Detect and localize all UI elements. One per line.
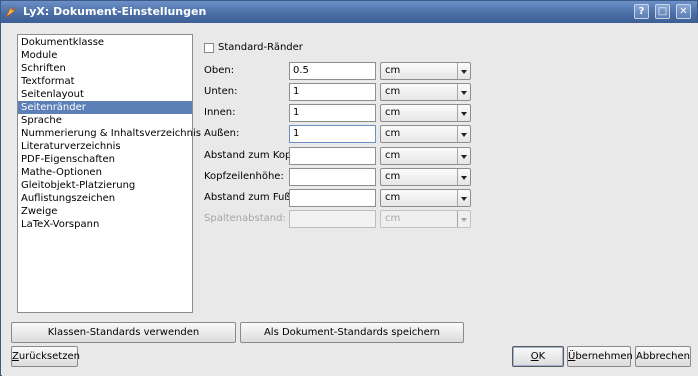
class-defaults-button[interactable]: Klassen-Standards verwenden [11,322,236,343]
window-title: LyX: Dokument-Einstellungen [23,5,207,18]
category-item[interactable]: Mathe-Optionen [18,166,192,179]
category-item[interactable]: Textformat [18,75,192,88]
top-input[interactable]: 0.5 [289,62,376,80]
column-sep-input[interactable] [289,210,376,228]
title-bar[interactable]: LyX: Dokument-Einstellungen ? □ ✕ [1,1,697,23]
chevron-down-icon[interactable] [457,105,470,121]
chevron-down-icon[interactable] [457,190,470,206]
header-height-input[interactable] [289,168,376,186]
column-sep-label: Spaltenabstand: [204,213,286,224]
head-sep-unit-select[interactable]: cm [380,147,471,165]
head-sep-input[interactable] [289,147,376,165]
apply-button[interactable]: Übernehmen [567,346,633,367]
save-defaults-button[interactable]: Als Dokument-Standards speichern [240,322,464,343]
apply-label-rest: bernehmen [575,351,633,362]
category-item[interactable]: Schriften [18,62,192,75]
category-item[interactable]: Auflistungszeichen [18,192,192,205]
reset-label-rest: urücksetzen [18,351,80,362]
inner-label: Innen: [204,107,236,118]
chevron-down-icon[interactable] [457,63,470,79]
inner-unit-select[interactable]: cm [380,104,471,122]
ok-button[interactable]: OK [512,346,564,367]
bottom-unit-select[interactable]: cm [380,83,471,101]
chevron-down-icon[interactable] [457,84,470,100]
column-sep-unit-select[interactable]: cm [380,210,471,228]
help-icon[interactable]: ? [634,4,649,19]
bottom-label: Unten: [204,86,238,97]
category-item[interactable]: Gleitobjekt-Platzierung [18,179,192,192]
chevron-down-icon[interactable] [457,169,470,185]
unit-value: cm [385,107,401,118]
category-item[interactable]: Nummerierung & Inhaltsverzeichnis [18,127,201,140]
chevron-down-icon[interactable] [457,211,470,227]
category-item[interactable]: Dokumentklasse [18,36,192,49]
category-item[interactable]: PDF-Eigenschaften [18,153,192,166]
standard-margins-label[interactable]: Standard-Ränder [218,42,303,53]
unit-value: cm [385,213,401,224]
outer-input[interactable]: 1 [289,125,376,143]
cancel-button[interactable]: Abbrechen [635,346,691,367]
unit-value: cm [385,192,401,203]
header-height-label: Kopfzeilenhöhe: [204,171,284,182]
foot-skip-unit-select[interactable]: cm [380,189,471,207]
category-item[interactable]: Seitenlayout [18,88,192,101]
maximize-icon[interactable]: □ [655,4,670,19]
unit-value: cm [385,171,401,182]
category-item[interactable]: Module [18,49,192,62]
category-item[interactable]: Literaturverzeichnis [18,140,192,153]
category-list[interactable]: Dokumentklasse Module Schriften Textformat S… [17,34,201,313]
chevron-down-icon[interactable] [457,148,470,164]
category-item[interactable]: LaTeX-Vorspann [18,218,192,231]
unit-value: cm [385,86,401,97]
inner-input[interactable]: 1 [289,104,376,122]
dialog-content: Dokumentklasse Module Schriften Textformat S… [2,23,698,376]
top-label: Oben: [204,65,235,76]
ok-label-rest: K [538,351,546,362]
reset-button[interactable]: Zurücksetzen [11,346,80,367]
top-unit-select[interactable]: cm [380,62,471,80]
unit-value: cm [385,65,401,76]
foot-skip-label: Abstand zum Fuß: [204,192,295,203]
close-icon[interactable]: ✕ [676,4,691,19]
chevron-down-icon[interactable] [457,126,470,142]
category-item[interactable]: Sprache [18,114,192,127]
head-sep-label: Abstand zum Kopf: [204,150,298,161]
lyx-app-icon [5,6,17,18]
ok-mnemonic: O [530,351,539,362]
foot-skip-input[interactable] [289,189,376,207]
bottom-input[interactable]: 1 [289,83,376,101]
outer-unit-select[interactable]: cm [380,125,471,143]
category-item[interactable]: Seitenränder [18,101,192,114]
unit-value: cm [385,128,401,139]
dialog-window: LyX: Dokument-Einstellungen ? □ ✕ Dokume… [0,0,698,376]
standard-margins-checkbox[interactable] [204,43,214,53]
unit-value: cm [385,150,401,161]
outer-label: Außen: [204,128,240,139]
category-item[interactable]: Zweige [18,205,192,218]
reset-mnemonic: Z [12,351,19,362]
header-height-unit-select[interactable]: cm [380,168,471,186]
